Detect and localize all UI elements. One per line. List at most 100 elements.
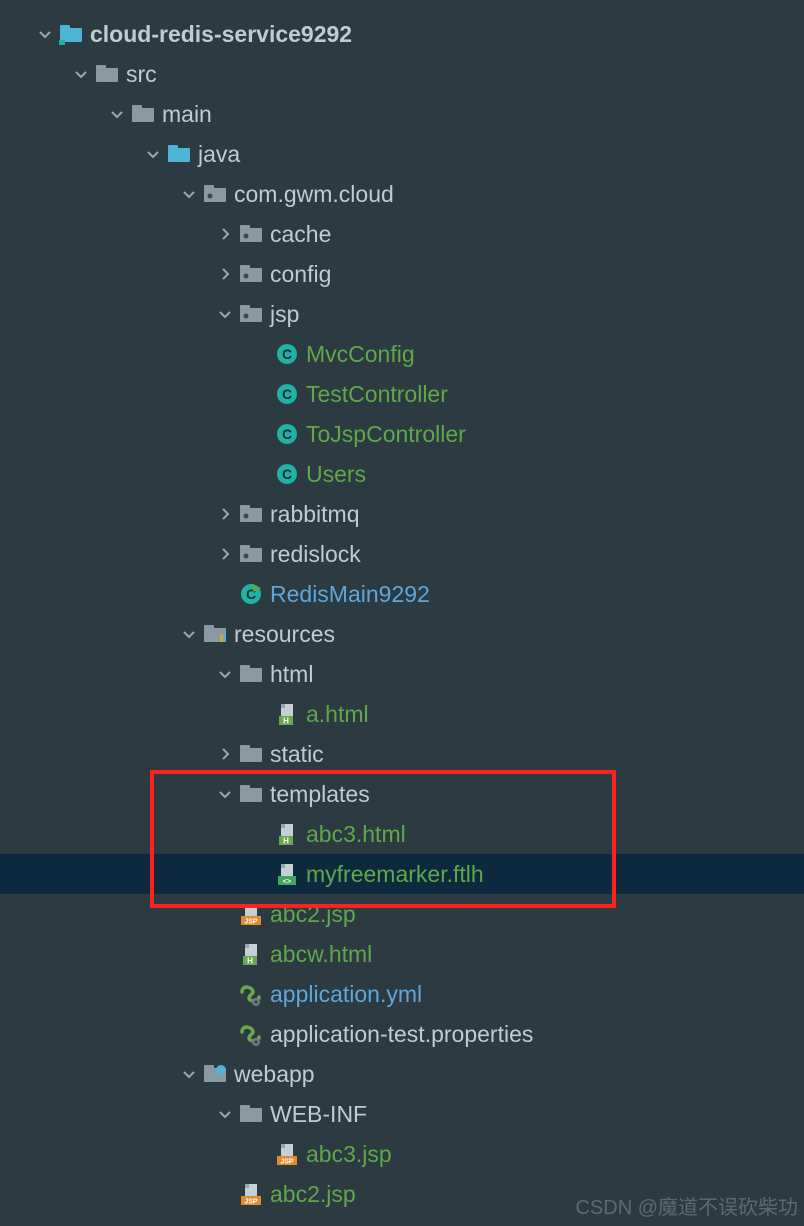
- resources-icon: [202, 621, 228, 647]
- tree-item-label: static: [270, 741, 324, 768]
- tree-row[interactable]: cache: [0, 214, 804, 254]
- chevron-down-icon[interactable]: [180, 1065, 198, 1083]
- project-tree[interactable]: cloud-redis-service9292 srcmain java com.gw…: [0, 0, 804, 1214]
- chevron-right-icon[interactable]: [216, 545, 234, 563]
- tree-row[interactable]: static: [0, 734, 804, 774]
- tree-row[interactable]: webapp: [0, 1054, 804, 1094]
- folder-grey-icon: [238, 741, 264, 767]
- chevron-down-icon[interactable]: [216, 305, 234, 323]
- tree-row[interactable]: TestController: [0, 374, 804, 414]
- chevron-placeholder: [252, 345, 270, 363]
- tree-item-label: cloud-redis-service9292: [90, 21, 352, 48]
- chevron-down-icon[interactable]: [216, 785, 234, 803]
- chevron-down-icon[interactable]: [108, 105, 126, 123]
- tree-row[interactable]: com.gwm.cloud: [0, 174, 804, 214]
- tree-row[interactable]: myfreemarker.ftlh: [0, 854, 804, 894]
- tree-row[interactable]: application.yml: [0, 974, 804, 1014]
- html-icon: [274, 701, 300, 727]
- tree-row[interactable]: abcw.html: [0, 934, 804, 974]
- tree-item-label: rabbitmq: [270, 501, 359, 528]
- tree-row[interactable]: java: [0, 134, 804, 174]
- tree-item-label: abc3.jsp: [306, 1141, 392, 1168]
- html-icon: [238, 941, 264, 967]
- chevron-placeholder: [216, 1185, 234, 1203]
- tree-item-label: webapp: [234, 1061, 315, 1088]
- tree-item-label: jsp: [270, 301, 299, 328]
- tree-item-label: abc2.jsp: [270, 1181, 356, 1208]
- tree-row[interactable]: RedisMain9292: [0, 574, 804, 614]
- chevron-right-icon[interactable]: [216, 505, 234, 523]
- tree-row[interactable]: application-test.properties: [0, 1014, 804, 1054]
- tree-row[interactable]: abc2.jsp: [0, 894, 804, 934]
- tree-item-label: src: [126, 61, 157, 88]
- tree-row[interactable]: resources: [0, 614, 804, 654]
- chevron-placeholder: [216, 1025, 234, 1043]
- tree-item-label: templates: [270, 781, 370, 808]
- jsp-icon: [274, 1141, 300, 1167]
- tree-item-label: java: [198, 141, 240, 168]
- chevron-down-icon[interactable]: [72, 65, 90, 83]
- class-icon: [274, 381, 300, 407]
- tree-row[interactable]: main: [0, 94, 804, 134]
- tree-row[interactable]: templates: [0, 774, 804, 814]
- pkg-icon: [238, 301, 264, 327]
- chevron-down-icon[interactable]: [216, 1105, 234, 1123]
- tree-row[interactable]: jsp: [0, 294, 804, 334]
- tree-row[interactable]: MvcConfig: [0, 334, 804, 374]
- pkg-icon: [202, 181, 228, 207]
- tree-item-label: RedisMain9292: [270, 581, 430, 608]
- folder-grey-icon: [238, 1101, 264, 1127]
- chevron-right-icon[interactable]: [216, 745, 234, 763]
- chevron-down-icon[interactable]: [36, 25, 54, 43]
- class-icon: [274, 421, 300, 447]
- class-icon: [274, 461, 300, 487]
- folder-grey-icon: [238, 661, 264, 687]
- chevron-down-icon[interactable]: [180, 625, 198, 643]
- tree-item-label: abc3.html: [306, 821, 406, 848]
- chevron-placeholder: [216, 585, 234, 603]
- pkg-icon: [238, 261, 264, 287]
- chevron-placeholder: [216, 945, 234, 963]
- chevron-down-icon[interactable]: [144, 145, 162, 163]
- watermark: CSDN @魔道不误砍柴功: [575, 1191, 798, 1220]
- tree-row[interactable]: a.html: [0, 694, 804, 734]
- tree-item-label: redislock: [270, 541, 361, 568]
- tree-row[interactable]: WEB-INF: [0, 1094, 804, 1134]
- tree-item-label: config: [270, 261, 331, 288]
- chevron-right-icon[interactable]: [216, 225, 234, 243]
- pkg-icon: [238, 541, 264, 567]
- folder-blue-icon: [166, 141, 192, 167]
- webapp-icon: [202, 1061, 228, 1087]
- tree-row[interactable]: abc3.jsp: [0, 1134, 804, 1174]
- tree-row[interactable]: config: [0, 254, 804, 294]
- tree-row[interactable]: html: [0, 654, 804, 694]
- tree-item-label: com.gwm.cloud: [234, 181, 394, 208]
- chevron-placeholder: [252, 705, 270, 723]
- tree-row[interactable]: rabbitmq: [0, 494, 804, 534]
- chevron-down-icon[interactable]: [216, 665, 234, 683]
- folder-grey-icon: [94, 61, 120, 87]
- chevron-down-icon[interactable]: [180, 185, 198, 203]
- yml-icon: [238, 1021, 264, 1047]
- tree-row[interactable]: cloud-redis-service9292: [0, 14, 804, 54]
- chevron-placeholder: [252, 425, 270, 443]
- chevron-right-icon[interactable]: [216, 265, 234, 283]
- tree-row[interactable]: redislock: [0, 534, 804, 574]
- tree-row[interactable]: src: [0, 54, 804, 94]
- tree-item-label: MvcConfig: [306, 341, 415, 368]
- tree-item-label: application-test.properties: [270, 1021, 533, 1048]
- tree-item-label: cache: [270, 221, 331, 248]
- tree-item-label: abcw.html: [270, 941, 372, 968]
- tree-item-label: a.html: [306, 701, 369, 728]
- tree-item-label: WEB-INF: [270, 1101, 367, 1128]
- tree-item-label: Users: [306, 461, 366, 488]
- tree-row[interactable]: ToJspController: [0, 414, 804, 454]
- tree-item-label: main: [162, 101, 212, 128]
- tree-row[interactable]: Users: [0, 454, 804, 494]
- tree-row[interactable]: abc3.html: [0, 814, 804, 854]
- chevron-placeholder: [252, 385, 270, 403]
- tree-item-label: ToJspController: [306, 421, 466, 448]
- pkg-icon: [238, 221, 264, 247]
- yml-icon: [238, 981, 264, 1007]
- tree-item-label: abc2.jsp: [270, 901, 356, 928]
